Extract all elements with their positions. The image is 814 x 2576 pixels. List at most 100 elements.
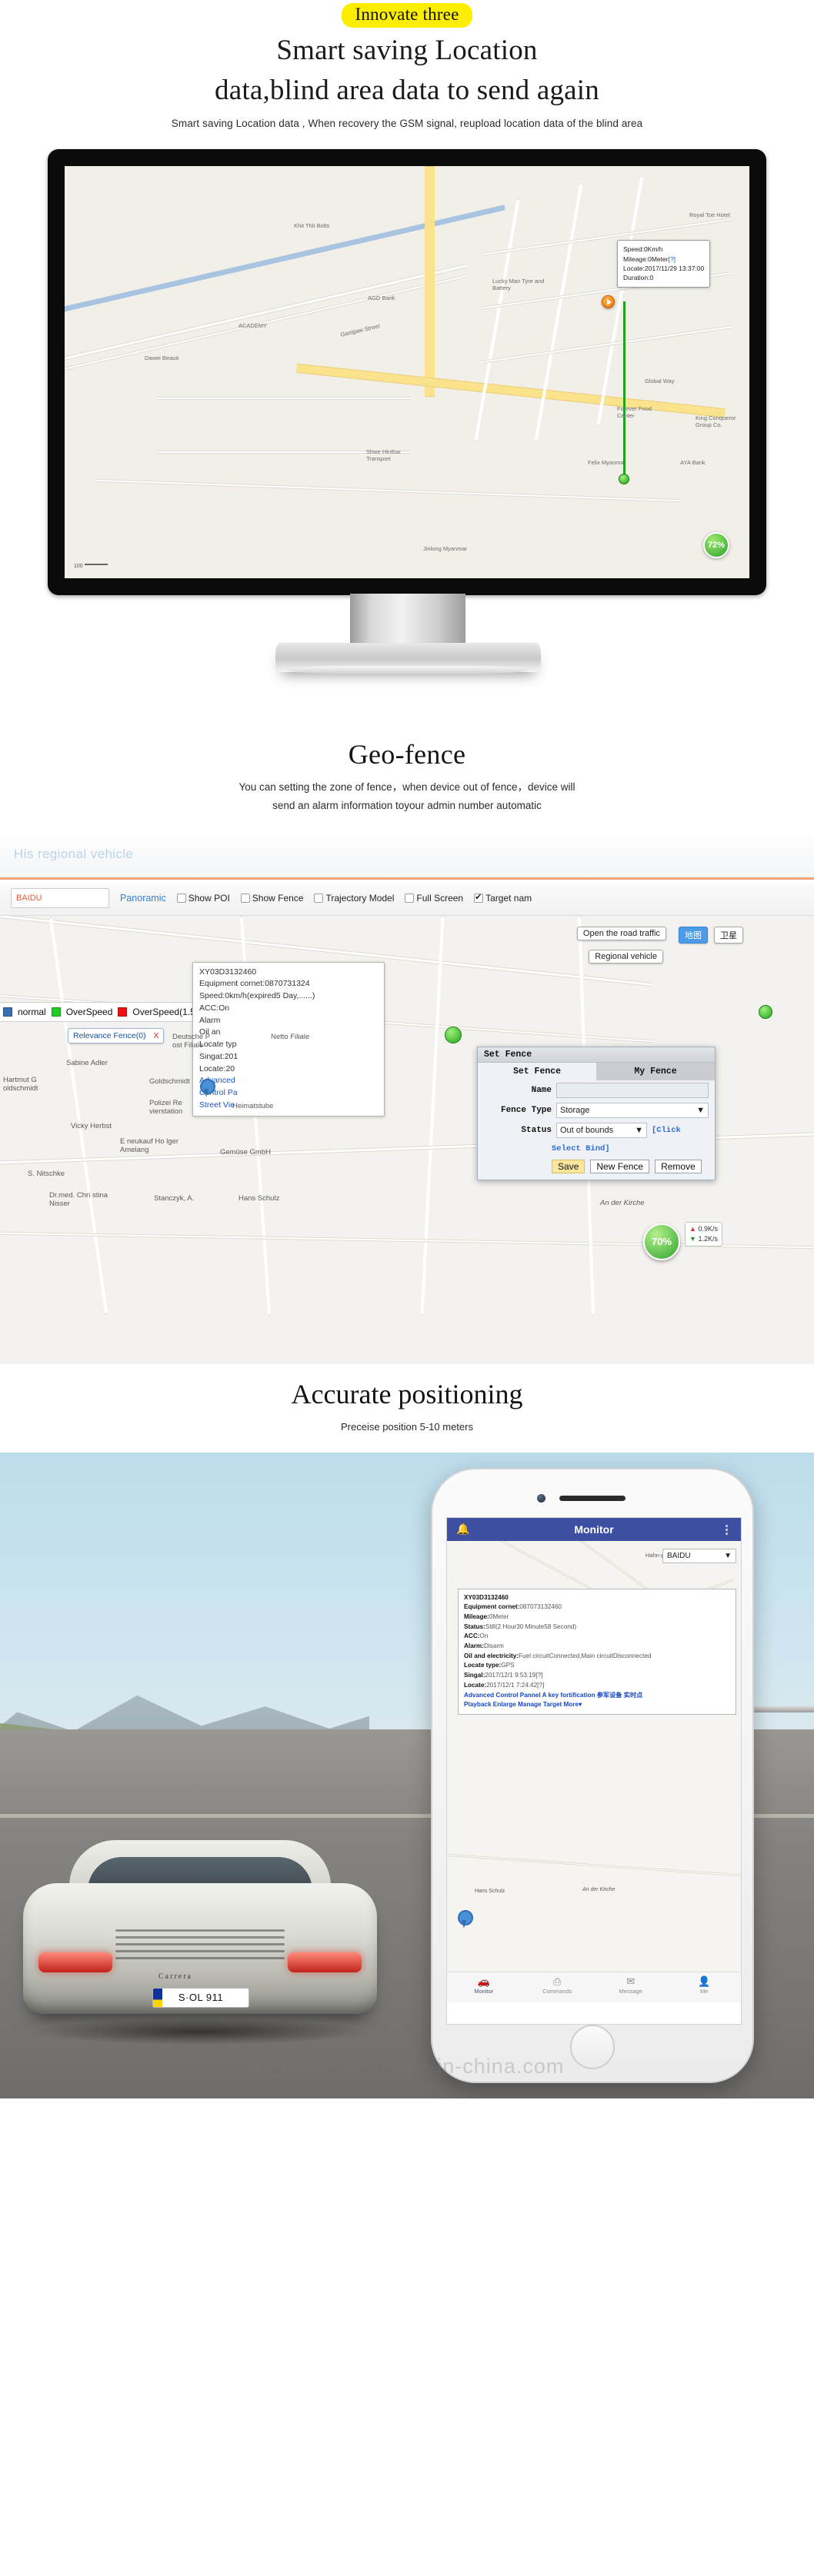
- app-info-locate-type-label: Locate type:: [464, 1662, 502, 1669]
- geofence-title: Geo-fence: [348, 739, 466, 770]
- app-info-status-value: Still(2 Hour30 Minute58 Second): [485, 1622, 577, 1630]
- checkbox-show-poi[interactable]: Show POI: [176, 893, 230, 904]
- app-map-location-pin-icon[interactable]: [456, 1909, 473, 1930]
- tab-message[interactable]: ✉ Message: [594, 1972, 668, 2002]
- info-acc: ACC:On: [199, 1003, 230, 1013]
- map-poi-label: Lucky Man Tyre and Battery: [492, 278, 545, 291]
- app-info-status-label: Status:: [464, 1622, 485, 1630]
- checkbox-full-screen[interactable]: Full Screen: [405, 893, 463, 904]
- app-info-locate-label: Locate:: [464, 1681, 487, 1689]
- map-road: [420, 915, 445, 1316]
- fence-map-canvas[interactable]: normal OverSpeed OverSpeed(1.5) Open the…: [0, 915, 814, 1364]
- info-link-control-panel[interactable]: Control Pa: [199, 1087, 378, 1100]
- map-source-select[interactable]: BAIDU ▼: [11, 888, 109, 1272]
- map-location-pin-icon[interactable]: [198, 1078, 215, 1099]
- checkbox-box[interactable]: [405, 894, 415, 904]
- fence-type-select[interactable]: Storage ▼: [556, 1102, 709, 1118]
- status-select[interactable]: Out of bounds ▼: [556, 1122, 647, 1138]
- destination-marker-icon[interactable]: [619, 474, 629, 485]
- scale-bar-line: [84, 564, 108, 566]
- regional-vehicle-button[interactable]: Regional vehicle: [589, 949, 663, 964]
- vehicle-green-marker-icon[interactable]: [445, 1026, 462, 1043]
- tooltip-mileage-link[interactable]: [?]: [669, 255, 676, 263]
- checkbox-box-checked[interactable]: [474, 892, 484, 904]
- car-model-badge: Carrera: [158, 1972, 192, 1981]
- status-value: Out of bounds: [560, 1125, 614, 1135]
- app-info-cornet-value: 087073132460: [519, 1603, 562, 1611]
- map-label: E neukauf Ho lger Amelang: [120, 1137, 179, 1154]
- map-scale-value: 100: [74, 564, 83, 570]
- bell-icon[interactable]: 🔔: [456, 1523, 469, 1536]
- checkbox-show-fence[interactable]: Show Fence: [240, 893, 304, 904]
- vehicle-marker-icon[interactable]: [602, 295, 615, 309]
- app-info-link-cn2[interactable]: 实时点: [624, 1692, 643, 1699]
- open-road-traffic-button[interactable]: Open the road traffic: [576, 926, 666, 940]
- app-bottom-tabbar: 🚗 Monitor ⎙ Commands ✉ Message 👤 Me: [447, 1971, 742, 2002]
- tooltip-mileage: Mileage:0Meter: [623, 255, 669, 263]
- close-icon[interactable]: X: [153, 1031, 158, 1040]
- info-link-street-view[interactable]: Street Vie: [199, 1100, 378, 1112]
- save-button[interactable]: Save: [552, 1159, 585, 1173]
- menu-icon[interactable]: ⋮: [721, 1523, 732, 1536]
- tab-my-fence[interactable]: My Fence: [596, 1062, 715, 1080]
- vehicle-green-marker-icon[interactable]: [759, 1004, 772, 1019]
- page-subtitle: Smart saving Location data , When recove…: [171, 118, 643, 130]
- remove-button[interactable]: Remove: [655, 1159, 702, 1173]
- app-map-label: An der Kirche: [582, 1886, 616, 1892]
- car-shadow: [31, 2018, 369, 2045]
- checkbox-target-name[interactable]: Target nam: [474, 892, 532, 904]
- panoramic-link[interactable]: Panoramic: [120, 893, 166, 904]
- arrow-down-icon: ▼: [689, 1234, 696, 1243]
- map-road: [48, 917, 108, 1314]
- new-fence-button[interactable]: New Fence: [590, 1159, 650, 1173]
- checkbox-box[interactable]: [240, 894, 250, 904]
- tab-set-fence[interactable]: Set Fence: [478, 1062, 596, 1080]
- map-view-button[interactable]: 地图: [679, 926, 708, 944]
- legend-swatch-offline: [3, 1007, 12, 1017]
- info-speed: Speed:0km/h(expired5 Day,......): [199, 991, 315, 1001]
- checkbox-box[interactable]: [176, 894, 186, 904]
- speed-legend: normal OverSpeed OverSpeed(1.5): [0, 1001, 221, 1022]
- tab-me[interactable]: 👤 Me: [668, 1972, 742, 2002]
- checkbox-label: Show Fence: [252, 893, 304, 904]
- tab-monitor[interactable]: 🚗 Monitor: [447, 1972, 521, 2002]
- app-map-source-select[interactable]: BAIDU ▼: [662, 1548, 736, 1563]
- checkbox-box[interactable]: [314, 894, 324, 904]
- car-license-plate: S·OL 911: [152, 1987, 249, 2008]
- checkbox-label: Target nam: [485, 893, 532, 904]
- page-title-line1: Smart saving Location: [276, 35, 538, 66]
- map-poi-label: Felix Myanmar: [588, 459, 626, 467]
- map-label: Hans Schulz: [239, 1193, 280, 1203]
- info-locate: Locate:20: [199, 1063, 235, 1073]
- map-label: Sabine Adler: [66, 1058, 108, 1067]
- info-link-advanced[interactable]: Advanced: [199, 1075, 378, 1087]
- relevance-fence-box[interactable]: Relevance Fence(0) X: [68, 1027, 165, 1043]
- map-label: Stanczyk, A.: [154, 1193, 195, 1203]
- map-poi-label: Jinlong Myanmar: [423, 545, 468, 553]
- phone-screen[interactable]: 🔔 Monitor ⋮ Hahn-platz robau BAIDU ▼ XY0…: [446, 1516, 742, 2025]
- car-phone-photo: Carrera S·OL 911 🔔 Monitor ⋮ Hahn-platz …: [0, 1452, 814, 2098]
- car-icon: 🚗: [477, 1975, 490, 1987]
- app-info-links-row1[interactable]: Advanced Control Pannel A key fortificat…: [464, 1692, 595, 1699]
- fence-app-screenshot: His regional vehicle BAIDU ▼ Panoramic S…: [0, 833, 814, 1364]
- map-road-major: [295, 364, 726, 418]
- fence-type-value: Storage: [560, 1105, 590, 1115]
- checkbox-trajectory-model[interactable]: Trajectory Model: [314, 893, 394, 904]
- app-map[interactable]: Hahn-platz robau BAIDU ▼ XY03D3132460 Eq…: [447, 1540, 742, 2002]
- app-info-device-id: XY03D3132460: [464, 1593, 509, 1601]
- app-info-oil-label: Oil and electricity:: [464, 1652, 519, 1659]
- monitor-map[interactable]: Khit Thit Bolts Royal Toe Hotel Lucky Ma…: [65, 166, 749, 579]
- fence-name-input[interactable]: [556, 1082, 709, 1098]
- satellite-view-button[interactable]: 卫星: [714, 926, 743, 944]
- fence-app-brand: His regional vehicle: [14, 846, 134, 861]
- dialog-row-name: Name: [478, 1080, 715, 1100]
- tab-commands[interactable]: ⎙ Commands: [521, 1972, 595, 2002]
- phone-camera: [537, 1493, 545, 1503]
- app-info-link-cn1[interactable]: 参军设备: [597, 1692, 622, 1699]
- status-link-select-bind[interactable]: Select Bind]: [552, 1144, 610, 1153]
- map-scale: 100: [74, 564, 108, 569]
- app-info-links-row2[interactable]: Playback Enlarge Manage Target More▾: [464, 1701, 582, 1708]
- status-link-click[interactable]: [Click: [652, 1126, 681, 1135]
- monitor-illustration: Khit Thit Bolts Royal Toe Hotel Lucky Ma…: [0, 149, 814, 734]
- app-info-mileage-label: Mileage:: [464, 1612, 489, 1620]
